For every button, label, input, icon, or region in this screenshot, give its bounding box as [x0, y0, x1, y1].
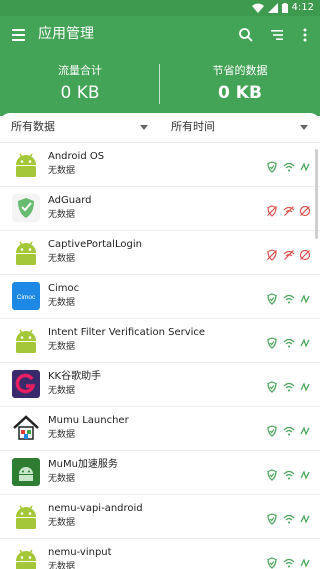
app-name: KK谷歌助手	[48, 371, 102, 382]
total-traffic: 流量合计 0 KB	[0, 64, 160, 104]
traffic-summary: 流量合计 0 KB 节省的数据 0 KB	[0, 54, 320, 116]
app-row[interactable]: nemu-vinput 无数据	[0, 539, 320, 569]
wifi-allowed-icon[interactable]	[283, 158, 295, 172]
android-icon	[12, 502, 40, 530]
saved-data-value: 0 KB	[218, 83, 262, 103]
wifi-allowed-icon[interactable]	[283, 510, 295, 524]
mumu-android-icon	[12, 458, 40, 486]
android-icon	[12, 238, 40, 266]
shield-blocked-icon[interactable]	[266, 246, 278, 261]
app-usage-status: 无数据	[48, 562, 76, 569]
shield-protected-icon[interactable]	[266, 422, 278, 437]
shield-protected-icon[interactable]	[266, 466, 278, 481]
mobile-data-allowed-icon[interactable]	[299, 378, 311, 392]
app-usage-status: 无数据	[48, 430, 76, 440]
mobile-data-blocked-icon[interactable]	[299, 246, 311, 261]
app-name: Mumu Launcher	[48, 415, 129, 426]
app-row[interactable]: KK谷歌助手 无数据	[0, 363, 320, 407]
app-row[interactable]: Intent Filter Verification Service 无数据	[0, 319, 320, 363]
app-name: nemu-vapi-android	[48, 503, 143, 514]
time-filter-dropdown[interactable]: 所有时间	[171, 120, 215, 134]
status-bar: 4:12	[0, 0, 320, 16]
mobile-data-allowed-icon[interactable]	[299, 510, 311, 524]
wifi-allowed-icon[interactable]	[283, 422, 295, 436]
mobile-data-allowed-icon[interactable]	[299, 422, 311, 436]
wifi-allowed-icon[interactable]	[283, 554, 295, 568]
cimoc-icon: Cimoc	[12, 282, 40, 310]
shield-protected-icon[interactable]	[266, 334, 278, 349]
shield-blocked-icon[interactable]	[266, 202, 278, 217]
mobile-data-allowed-icon[interactable]	[299, 290, 311, 304]
app-row[interactable]: Android OS 无数据	[0, 143, 320, 187]
app-usage-status: 无数据	[48, 254, 76, 264]
saved-data: 节省的数据 0 KB	[160, 64, 320, 104]
data-filter-dropdown[interactable]: 所有数据	[11, 120, 55, 134]
app-list-sheet: 所有数据 所有时间 Android OS 无数据 AdGuard 无数据 Captive…	[0, 113, 320, 569]
wifi-allowed-icon[interactable]	[283, 290, 295, 304]
app-usage-status: 无数据	[48, 166, 76, 176]
app-row[interactable]: nemu-vapi-android 无数据	[0, 495, 320, 539]
scrollbar[interactable]	[315, 149, 318, 239]
app-name: MuMu加速服务	[48, 459, 118, 470]
shield-protected-icon[interactable]	[266, 378, 278, 393]
app-usage-status: 无数据	[48, 342, 76, 352]
app-name: Cimoc	[48, 283, 80, 294]
app-usage-status: 无数据	[48, 474, 76, 484]
wifi-allowed-icon[interactable]	[283, 466, 295, 480]
kk-g-icon	[12, 370, 40, 398]
shield-protected-icon[interactable]	[266, 158, 278, 173]
more-options-icon[interactable]	[296, 26, 314, 44]
app-row[interactable]: Cimoc Cimoc 无数据	[0, 275, 320, 319]
time-filter-chevron-down-icon[interactable]	[300, 125, 308, 130]
android-icon	[12, 150, 40, 178]
wifi-allowed-icon[interactable]	[283, 334, 295, 348]
app-name: nemu-vinput	[48, 547, 112, 558]
wifi-signal-icon	[251, 3, 264, 13]
app-name: Intent Filter Verification Service	[48, 327, 206, 338]
menu-icon[interactable]	[10, 26, 28, 44]
shield-protected-icon[interactable]	[266, 510, 278, 525]
house-icon	[12, 414, 40, 442]
android-icon	[12, 326, 40, 354]
wifi-blocked-icon[interactable]	[283, 246, 295, 260]
shield-protected-icon[interactable]	[266, 290, 278, 305]
app-usage-status: 无数据	[48, 386, 76, 396]
cell-signal-icon	[267, 2, 278, 13]
data-filter-chevron-down-icon[interactable]	[140, 125, 148, 130]
filter-bar: 所有数据 所有时间	[0, 113, 320, 143]
app-row[interactable]: Mumu Launcher 无数据	[0, 407, 320, 451]
total-traffic-label: 流量合计	[58, 64, 102, 77]
battery-icon	[281, 2, 288, 13]
app-name: AdGuard	[48, 195, 92, 206]
adguard-shield-icon	[12, 194, 40, 222]
sort-filter-icon[interactable]	[268, 26, 286, 44]
app-usage-status: 无数据	[48, 298, 76, 308]
app-row[interactable]: AdGuard 无数据	[0, 187, 320, 231]
app-row[interactable]: CaptivePortalLogin 无数据	[0, 231, 320, 275]
app-usage-status: 无数据	[48, 518, 76, 528]
app-usage-status: 无数据	[48, 210, 76, 220]
total-traffic-value: 0 KB	[60, 83, 100, 103]
mobile-data-allowed-icon[interactable]	[299, 466, 311, 480]
app-bar: 应用管理	[0, 16, 320, 54]
app-name: CaptivePortalLogin	[48, 239, 142, 250]
shield-protected-icon[interactable]	[266, 554, 278, 569]
app-row[interactable]: MuMu加速服务 无数据	[0, 451, 320, 495]
mobile-data-allowed-icon[interactable]	[299, 158, 311, 172]
mobile-data-allowed-icon[interactable]	[299, 334, 311, 348]
android-icon	[12, 546, 40, 569]
page-title: 应用管理	[38, 26, 94, 42]
cimoc-icon-label: Cimoc	[17, 294, 36, 301]
mobile-data-blocked-icon[interactable]	[299, 202, 311, 217]
app-name: Android OS	[48, 151, 105, 162]
wifi-allowed-icon[interactable]	[283, 378, 295, 392]
wifi-blocked-icon[interactable]	[283, 202, 295, 216]
status-time: 4:12	[291, 2, 314, 13]
mobile-data-allowed-icon[interactable]	[299, 554, 311, 568]
search-icon[interactable]	[237, 26, 255, 44]
saved-data-label: 节省的数据	[212, 64, 268, 77]
